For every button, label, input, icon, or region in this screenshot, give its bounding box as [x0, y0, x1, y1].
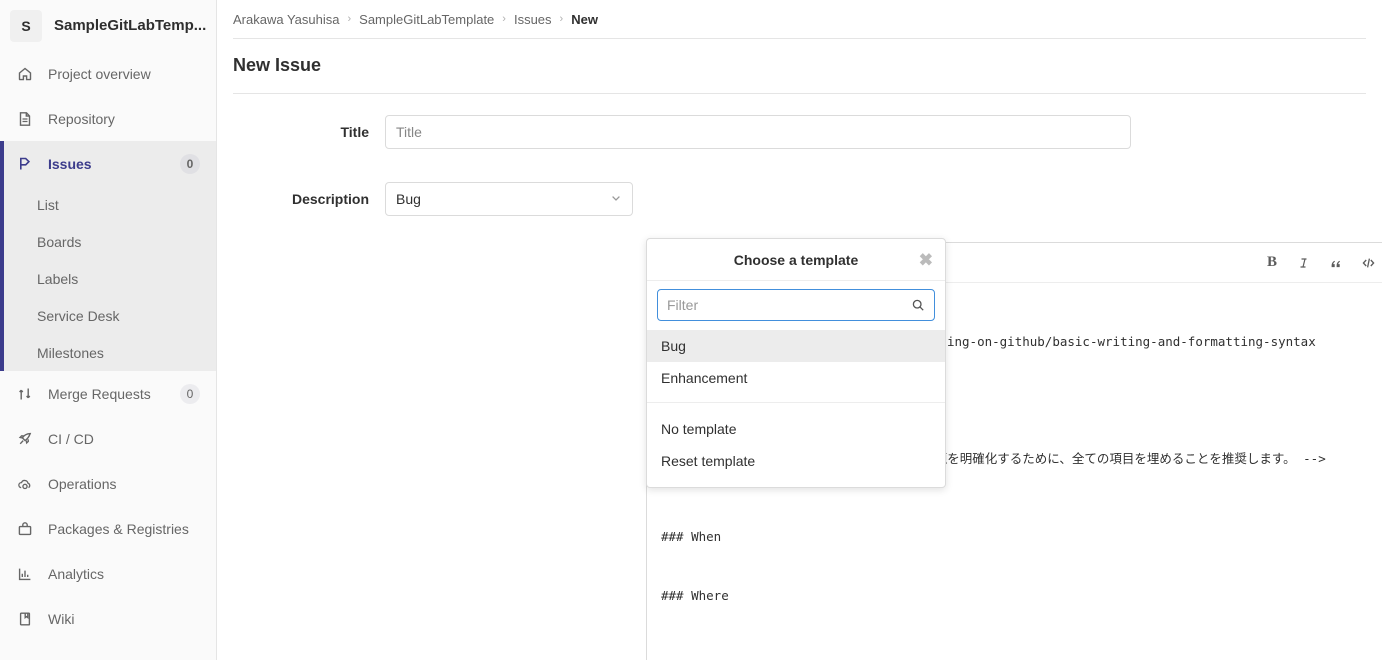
- issue-title-input[interactable]: [385, 115, 1131, 149]
- close-icon[interactable]: ✖: [919, 251, 933, 268]
- template-select-button[interactable]: Bug: [385, 182, 633, 216]
- project-header[interactable]: S SampleGitLabTemp...: [0, 0, 216, 51]
- template-option-label: Bug: [661, 338, 686, 354]
- sidebar-item-boards[interactable]: Boards: [4, 223, 216, 260]
- project-avatar: S: [10, 9, 42, 42]
- sidebar-item-service-desk[interactable]: Service Desk: [4, 297, 216, 334]
- breadcrumb-item-owner[interactable]: Arakawa Yasuhisa: [233, 12, 339, 27]
- sidebar-item-label: Packages & Registries: [48, 520, 189, 537]
- quote-icon[interactable]: [1323, 250, 1349, 276]
- sidebar-item-label: Merge Requests: [48, 385, 151, 402]
- sidebar-item-analytics[interactable]: Analytics: [0, 551, 216, 596]
- template-select-value: Bug: [396, 191, 421, 207]
- breadcrumb-separator-icon: ›: [559, 13, 564, 25]
- search-icon: [911, 298, 925, 317]
- dropdown-title: Choose a template: [733, 251, 859, 268]
- sidebar-item-milestones[interactable]: Milestones: [4, 334, 216, 371]
- breadcrumb-item-current: New: [571, 11, 598, 27]
- dropdown-divider: [647, 402, 945, 403]
- book-icon: [17, 611, 33, 627]
- bold-icon[interactable]: B: [1259, 250, 1285, 276]
- breadcrumb-item-project[interactable]: SampleGitLabTemplate: [359, 12, 494, 27]
- sidebar-item-label: Wiki: [48, 610, 75, 627]
- dropdown-header: Choose a template ✖: [647, 239, 945, 281]
- choose-template-dropdown: Choose a template ✖ Bug Enhancement No t…: [646, 238, 946, 488]
- file-icon: [17, 111, 33, 127]
- title-label: Title: [340, 124, 369, 140]
- code-icon[interactable]: [1355, 250, 1381, 276]
- sidebar-item-label: CI / CD: [48, 430, 94, 447]
- template-option-label: Enhancement: [661, 370, 748, 386]
- template-option-enhancement[interactable]: Enhancement: [647, 362, 945, 394]
- rocket-icon: [17, 431, 33, 447]
- sidebar-item-label: Repository: [48, 110, 115, 127]
- template-option-bug[interactable]: Bug: [647, 330, 945, 362]
- sidebar-subitem-label: Service Desk: [37, 307, 120, 324]
- sidebar-item-packages-registries[interactable]: Packages & Registries: [0, 506, 216, 551]
- sidebar-item-ci-cd[interactable]: CI / CD: [0, 416, 216, 461]
- description-label: Description: [291, 191, 369, 207]
- sidebar-item-project-overview[interactable]: Project overview: [0, 51, 216, 96]
- sidebar-subitem-label: List: [37, 196, 59, 213]
- issues-icon: [17, 156, 33, 172]
- sidebar-subitem-label: Milestones: [37, 344, 104, 361]
- template-filter-input[interactable]: [657, 289, 935, 321]
- description-field-wrap: Bug: [385, 182, 1382, 216]
- breadcrumb-separator-icon: ›: [502, 13, 506, 25]
- sidebar-section-issues: Issues 0 List Boards Labels Service Desk…: [0, 141, 216, 371]
- sidebar-item-wiki[interactable]: Wiki: [0, 596, 216, 641]
- main-content: Arakawa Yasuhisa › SampleGitLabTemplate …: [217, 0, 1382, 660]
- merge-requests-count-badge: 0: [180, 383, 200, 404]
- breadcrumb-separator-icon: ›: [347, 13, 352, 25]
- template-option-label: No template: [661, 421, 737, 437]
- issues-count-badge: 0: [180, 153, 200, 174]
- sidebar-item-operations[interactable]: Operations: [0, 461, 216, 506]
- italic-icon[interactable]: [1291, 250, 1317, 276]
- breadcrumb-item-issues[interactable]: Issues: [514, 12, 552, 27]
- sidebar-item-list[interactable]: List: [4, 186, 216, 223]
- chevron-down-icon: [610, 191, 622, 207]
- sidebar-subitem-label: Labels: [37, 270, 79, 287]
- title-field-row: Title: [217, 115, 1382, 149]
- dropdown-filter-wrap: [647, 281, 945, 330]
- breadcrumb: Arakawa Yasuhisa › SampleGitLabTemplate …: [217, 0, 1382, 38]
- project-name: SampleGitLabTemp...: [54, 17, 206, 34]
- new-issue-form: Title Description Bug: [217, 94, 1382, 216]
- bold-glyph: B: [1266, 254, 1277, 270]
- sidebar-item-issues[interactable]: Issues 0: [4, 141, 216, 186]
- template-option-reset-template[interactable]: Reset template: [647, 445, 945, 477]
- template-option-no-template[interactable]: No template: [647, 413, 945, 445]
- page-title: New Issue: [233, 55, 322, 75]
- sidebar-item-merge-requests[interactable]: Merge Requests 0: [0, 371, 216, 416]
- cloud-gear-icon: [17, 476, 33, 492]
- template-option-label: Reset template: [661, 453, 756, 469]
- description-field-row: Description Bug: [217, 182, 1382, 216]
- sidebar-item-label: Analytics: [48, 565, 105, 582]
- home-icon: [17, 66, 33, 82]
- sidebar-subitem-label: Boards: [37, 233, 82, 250]
- title-field-wrap: [385, 115, 1382, 149]
- merge-request-icon: [17, 386, 33, 402]
- sidebar-item-label: Issues: [48, 155, 92, 172]
- sidebar-item-label: Operations: [48, 475, 117, 492]
- package-icon: [17, 521, 33, 537]
- project-sidebar: S SampleGitLabTemp... Project overview R…: [0, 0, 217, 660]
- sidebar-item-repository[interactable]: Repository: [0, 96, 216, 141]
- dropdown-bottom-pad: [647, 477, 945, 487]
- dropdown-footer: No template Reset template: [647, 413, 945, 487]
- chart-icon: [17, 566, 33, 582]
- sidebar-item-label: Project overview: [48, 65, 151, 82]
- sidebar-item-labels[interactable]: Labels: [4, 260, 216, 297]
